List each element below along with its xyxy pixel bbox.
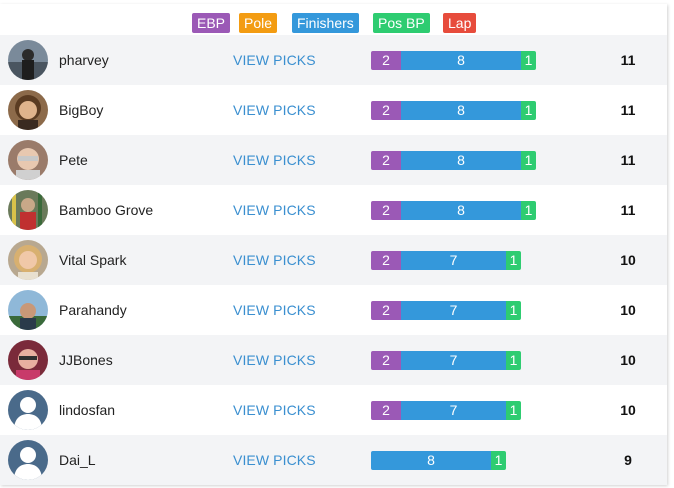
score-bar: 2 7 1 <box>371 301 521 320</box>
total-points: 9 <box>624 452 632 468</box>
pos-bp-segment: 1 <box>521 101 536 120</box>
score-bar: 2 7 1 <box>371 401 521 420</box>
view-picks-link[interactable]: VIEW PICKS <box>233 285 316 335</box>
username: Dai_L <box>59 452 96 468</box>
view-picks-link[interactable]: VIEW PICKS <box>233 135 316 185</box>
total-points: 10 <box>620 402 636 418</box>
ebp-segment: 2 <box>371 201 401 220</box>
finishers-segment: 7 <box>401 401 506 420</box>
score-bar: 2 7 1 <box>371 351 521 370</box>
score-bar: 8 1 <box>371 451 506 470</box>
total-points: 10 <box>620 302 636 318</box>
finishers-segment: 7 <box>401 301 506 320</box>
total-points: 11 <box>620 52 636 68</box>
ebp-segment: 2 <box>371 251 401 270</box>
ebp-segment: 2 <box>371 401 401 420</box>
ebp-segment: 2 <box>371 101 401 120</box>
username: Pete <box>59 152 88 168</box>
total-points: 11 <box>620 152 636 168</box>
finishers-segment: 8 <box>401 151 521 170</box>
username: JJBones <box>59 352 113 368</box>
photo-icon <box>8 140 48 180</box>
leaderboard-row: BigBoy VIEW PICKS 2 8 1 11 <box>0 85 667 135</box>
leaderboard-row: Parahandy VIEW PICKS 2 7 1 10 <box>0 285 667 335</box>
username: Bamboo Grove <box>59 202 154 218</box>
leaderboard-row: Dai_L VIEW PICKS 8 1 9 <box>0 435 667 485</box>
avatar[interactable] <box>8 290 48 330</box>
pos-bp-segment: 1 <box>506 251 521 270</box>
score-bar: 2 7 1 <box>371 251 521 270</box>
score-bar: 2 8 1 <box>371 101 536 120</box>
leaderboard-row: JJBones VIEW PICKS 2 7 1 10 <box>0 335 667 385</box>
photo-icon <box>8 290 48 330</box>
avatar[interactable] <box>8 390 48 430</box>
score-bar: 2 8 1 <box>371 151 536 170</box>
username: Parahandy <box>59 302 127 318</box>
photo-icon <box>8 40 48 80</box>
view-picks-link[interactable]: VIEW PICKS <box>233 385 316 435</box>
ebp-segment: 2 <box>371 51 401 70</box>
photo-icon <box>8 340 48 380</box>
avatar[interactable] <box>8 90 48 130</box>
legend-pos-bp: Pos BP <box>373 13 430 33</box>
finishers-segment: 8 <box>401 101 521 120</box>
view-picks-link[interactable]: VIEW PICKS <box>233 435 316 485</box>
username: Vital Spark <box>59 252 127 268</box>
photo-icon <box>8 90 48 130</box>
avatar[interactable] <box>8 190 48 230</box>
photo-icon <box>8 240 48 280</box>
leaderboard-row: lindosfan VIEW PICKS 2 7 1 10 <box>0 385 667 435</box>
pos-bp-segment: 1 <box>506 351 521 370</box>
total-points: 11 <box>620 102 636 118</box>
default-user-icon <box>8 390 48 430</box>
username: lindosfan <box>59 402 116 418</box>
total-points: 10 <box>620 352 636 368</box>
legend-lap: Lap <box>443 13 477 33</box>
legend-finishers: Finishers <box>292 13 359 33</box>
username: pharvey <box>59 52 109 68</box>
score-legend: EBP Pole Finishers Pos BP Lap <box>0 9 667 33</box>
leaderboard-panel: EBP Pole Finishers Pos BP Lap pharvey VI… <box>0 4 667 485</box>
ebp-segment: 2 <box>371 151 401 170</box>
pos-bp-segment: 1 <box>521 51 536 70</box>
score-bar: 2 8 1 <box>371 201 536 220</box>
avatar[interactable] <box>8 340 48 380</box>
finishers-segment: 8 <box>401 201 521 220</box>
pos-bp-segment: 1 <box>506 301 521 320</box>
view-picks-link[interactable]: VIEW PICKS <box>233 185 316 235</box>
avatar[interactable] <box>8 140 48 180</box>
leaderboard-row: pharvey VIEW PICKS 2 8 1 11 <box>0 35 667 85</box>
view-picks-link[interactable]: VIEW PICKS <box>233 235 316 285</box>
pos-bp-segment: 1 <box>521 201 536 220</box>
ebp-segment: 2 <box>371 301 401 320</box>
avatar[interactable] <box>8 240 48 280</box>
view-picks-link[interactable]: VIEW PICKS <box>233 85 316 135</box>
ebp-segment: 2 <box>371 351 401 370</box>
finishers-segment: 7 <box>401 351 506 370</box>
finishers-segment: 7 <box>401 251 506 270</box>
leaderboard-row: Pete VIEW PICKS 2 8 1 11 <box>0 135 667 185</box>
pos-bp-segment: 1 <box>506 401 521 420</box>
total-points: 11 <box>620 202 636 218</box>
view-picks-link[interactable]: VIEW PICKS <box>233 335 316 385</box>
pos-bp-segment: 1 <box>491 451 506 470</box>
photo-icon <box>8 190 48 230</box>
total-points: 10 <box>620 252 636 268</box>
default-user-icon <box>8 440 48 480</box>
finishers-segment: 8 <box>401 51 521 70</box>
username: BigBoy <box>59 102 104 118</box>
leaderboard-row: Bamboo Grove VIEW PICKS 2 8 1 11 <box>0 185 667 235</box>
finishers-segment: 8 <box>371 451 491 470</box>
avatar[interactable] <box>8 440 48 480</box>
score-bar: 2 8 1 <box>371 51 536 70</box>
pos-bp-segment: 1 <box>521 151 536 170</box>
legend-pole: Pole <box>239 13 278 33</box>
leaderboard-row: Vital Spark VIEW PICKS 2 7 1 10 <box>0 235 667 285</box>
view-picks-link[interactable]: VIEW PICKS <box>233 35 316 85</box>
avatar[interactable] <box>8 40 48 80</box>
legend-ebp: EBP <box>192 13 231 33</box>
